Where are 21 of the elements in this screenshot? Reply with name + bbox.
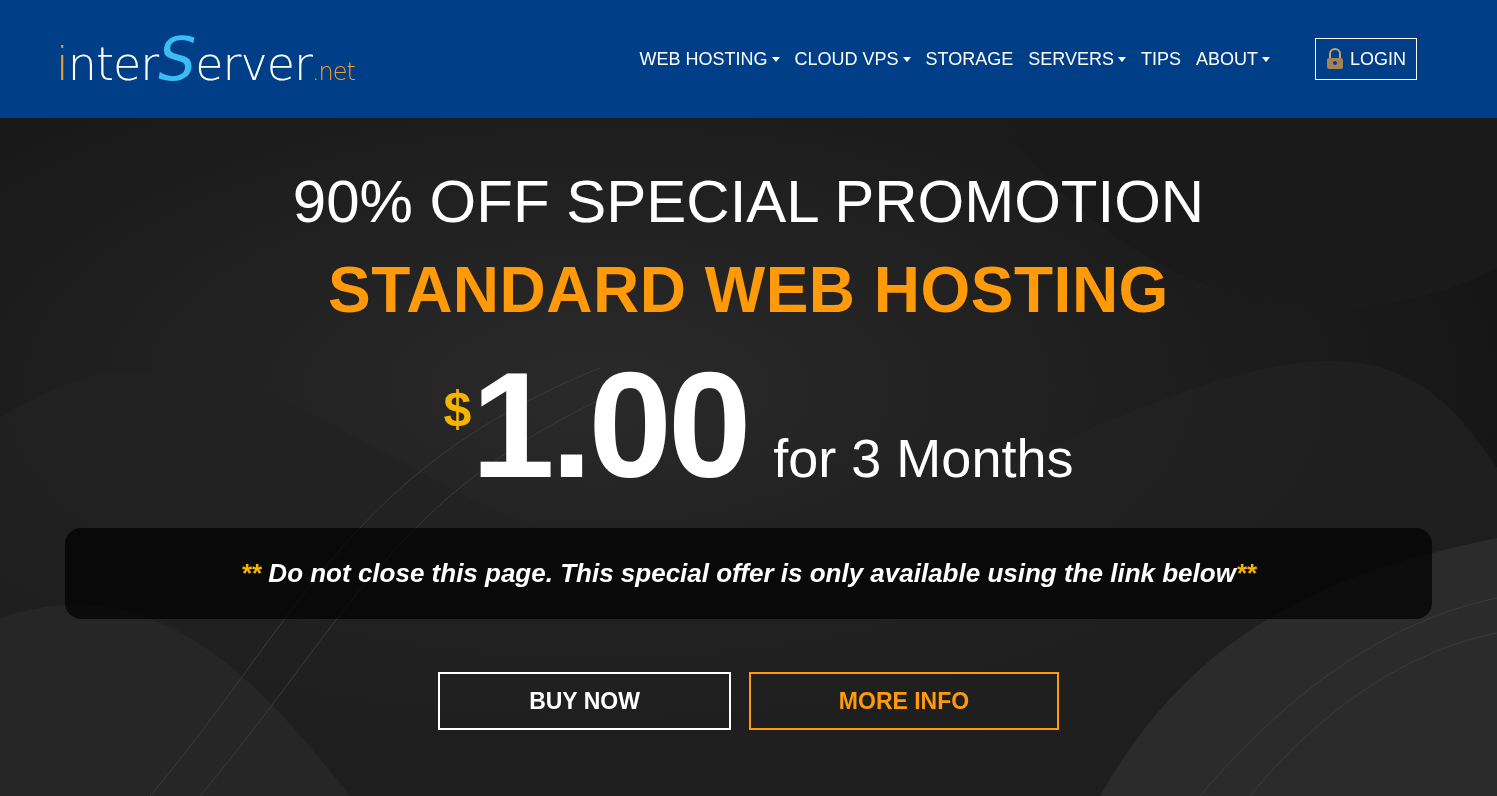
currency-symbol: $ [443, 380, 472, 438]
login-button[interactable]: LOGIN [1315, 38, 1417, 80]
lock-icon [1326, 48, 1344, 70]
logo[interactable]: interServer.net [56, 24, 355, 94]
nav-link[interactable]: STORAGE [925, 48, 1014, 70]
nav-link[interactable]: WEB HOSTING [639, 48, 780, 70]
nav-link[interactable]: SERVERS [1028, 48, 1126, 70]
caret-icon [902, 56, 911, 62]
caret-icon [1262, 56, 1270, 62]
nav-link[interactable]: CLOUD VPS [794, 48, 911, 70]
nav-link[interactable]: ABOUT [1195, 48, 1270, 70]
buy-button[interactable]: BUY NOW [438, 672, 731, 730]
promo-heading: 90% OFF SPECIAL PROMOTION [292, 167, 1205, 237]
caret-icon [1117, 56, 1126, 62]
caret-icon [771, 56, 780, 62]
product-heading: STANDARD WEB HOSTING [328, 253, 1169, 328]
nav-link[interactable]: TIPS [1140, 48, 1181, 70]
notice-banner: ** Do not close this page. This special offer is only available using the link below** [65, 528, 1432, 619]
price-amount: 1.00 [471, 350, 748, 500]
info-button[interactable]: MORE INFO [749, 672, 1059, 730]
price-term: for 3 Months [773, 427, 1074, 489]
